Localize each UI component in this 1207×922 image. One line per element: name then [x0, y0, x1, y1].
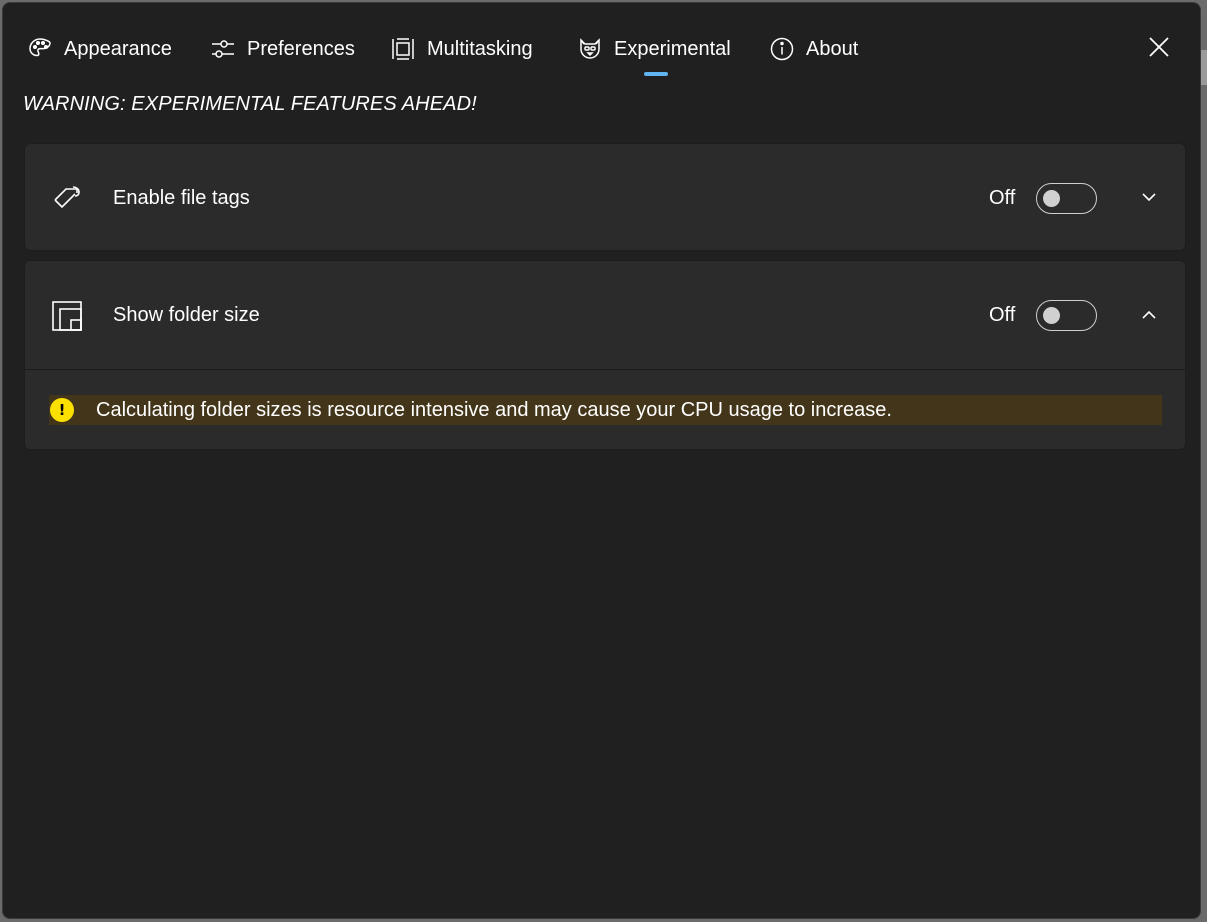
setting-label: Enable file tags: [113, 187, 250, 209]
collapse-button[interactable]: [1135, 303, 1163, 327]
tab-multitasking[interactable]: Multitasking: [390, 29, 533, 69]
setting-card-folder-size: Show folder size Off ! Calculating folde…: [24, 260, 1186, 450]
tab-label: About: [806, 37, 859, 60]
toggle-state-label: Off: [989, 304, 1016, 326]
tab-label: Preferences: [247, 37, 355, 60]
multitask-icon: [390, 36, 416, 62]
divider: [25, 369, 1185, 370]
toggle-state-label: Off: [989, 187, 1016, 209]
tab-bar: Appearance Preferences Multitasking Expe…: [3, 3, 1200, 83]
file-tags-toggle[interactable]: [1036, 183, 1097, 214]
chevron-up-icon: [1142, 306, 1156, 324]
tag-icon: [50, 182, 84, 216]
warning-icon: !: [50, 398, 74, 422]
settings-dialog: Appearance Preferences Multitasking Expe…: [2, 2, 1201, 919]
folder-size-toggle[interactable]: [1036, 300, 1097, 331]
tab-label: Experimental: [614, 37, 731, 60]
close-button[interactable]: [1141, 33, 1177, 65]
toggle-knob: [1043, 307, 1060, 324]
folder-size-icon: [50, 299, 84, 333]
tab-label: Multitasking: [427, 37, 533, 60]
setting-row-file-tags[interactable]: Enable file tags Off: [25, 144, 1185, 252]
palette-icon: [27, 36, 53, 62]
chevron-down-icon: [1142, 189, 1156, 207]
background-window-edge: [1201, 50, 1207, 85]
close-icon: [1149, 36, 1169, 62]
tab-experimental[interactable]: Experimental: [577, 29, 731, 69]
tab-preferences[interactable]: Preferences: [210, 29, 355, 69]
folder-size-info-bar: ! Calculating folder sizes is resource i…: [49, 395, 1162, 425]
info-icon: [769, 36, 795, 62]
setting-row-folder-size[interactable]: Show folder size Off: [25, 261, 1185, 369]
experimental-warning: WARNING: EXPERIMENTAL FEATURES AHEAD!: [23, 93, 477, 115]
tab-appearance[interactable]: Appearance: [27, 29, 172, 69]
toggle-knob: [1043, 190, 1060, 207]
setting-label: Show folder size: [113, 304, 260, 326]
cat-icon: [577, 36, 603, 62]
tab-label: Appearance: [64, 37, 172, 60]
sliders-icon: [210, 36, 236, 62]
tab-about[interactable]: About: [769, 29, 858, 69]
expand-button[interactable]: [1135, 186, 1163, 210]
selected-tab-indicator: [644, 72, 668, 76]
info-message: Calculating folder sizes is resource int…: [96, 398, 892, 421]
setting-card-file-tags: Enable file tags Off: [24, 143, 1186, 251]
